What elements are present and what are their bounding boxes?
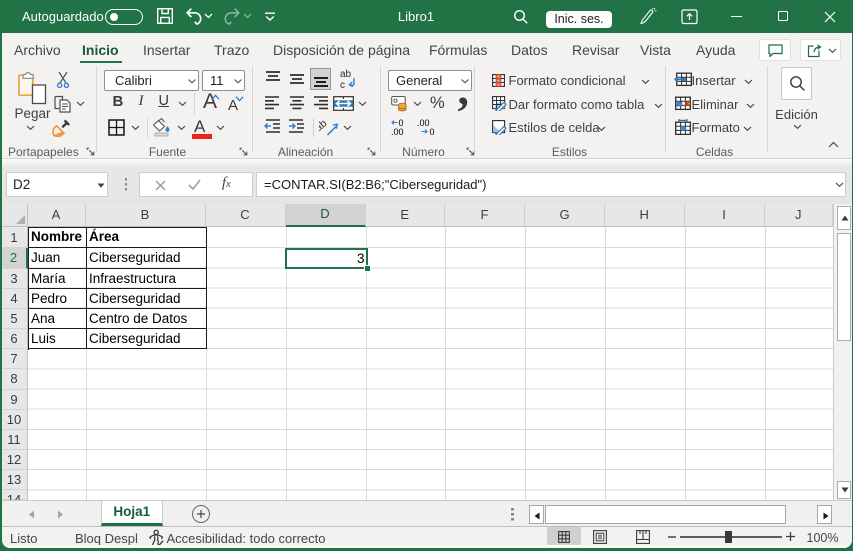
svg-text:0: 0 — [429, 127, 434, 136]
svg-text:.00: .00 — [417, 118, 430, 128]
svg-text:c: c — [340, 80, 345, 90]
svg-text:ab: ab — [340, 69, 352, 80]
svg-text:.00: .00 — [391, 127, 404, 136]
svg-text:ab: ab — [319, 118, 330, 134]
